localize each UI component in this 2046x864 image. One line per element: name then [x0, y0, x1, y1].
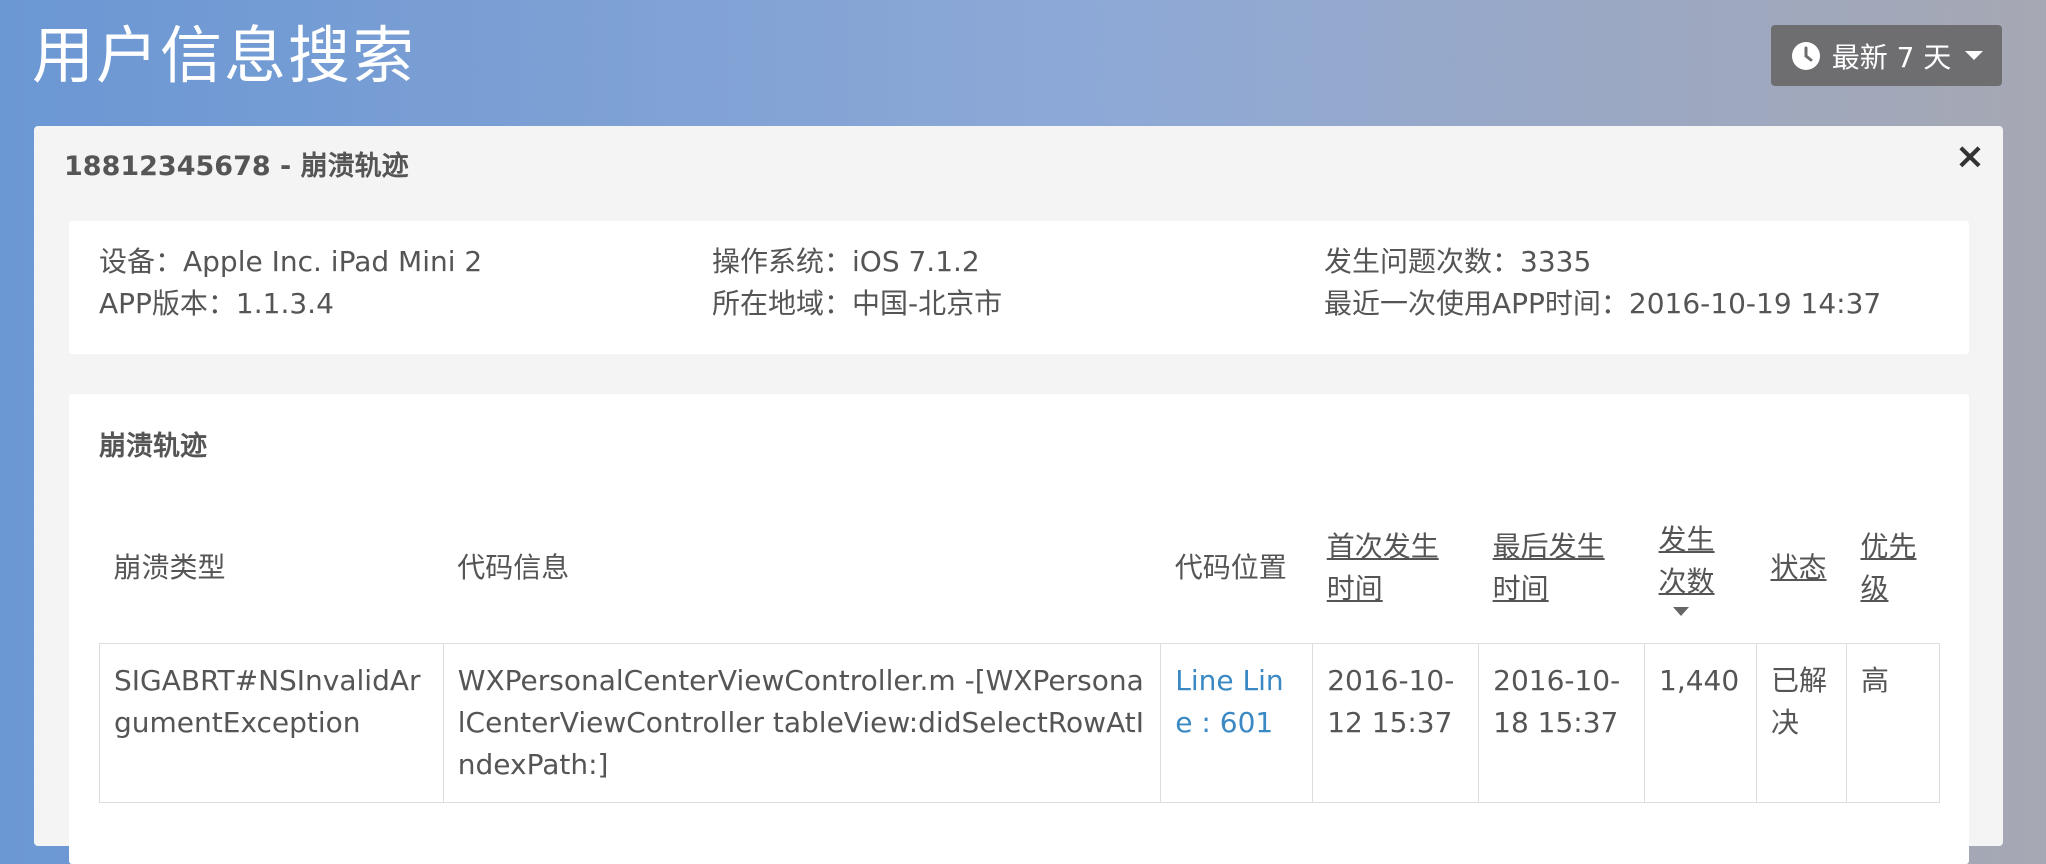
crash-trace-panel: 崩溃轨迹 崩溃类型 代码信息 代码位置 首次发生时间 最后发生时间 发生次数 状… — [69, 394, 1969, 864]
modal-title: 18812345678 - 崩溃轨迹 — [64, 151, 409, 182]
cell-crash-type: SIGABRT#NSInvalidArgumentException — [99, 643, 444, 803]
crash-table: 崩溃类型 代码信息 代码位置 首次发生时间 最后发生时间 发生次数 状态 优先级… — [99, 492, 1941, 803]
sort-last-time-link[interactable]: 最后发生时间 — [1493, 530, 1605, 605]
clock-icon — [1791, 41, 1820, 70]
header-last-time[interactable]: 最后发生时间 — [1479, 492, 1645, 644]
device-info-box: 设备：Apple Inc. iPad Mini 2 APP版本：1.1.3.4 … — [69, 221, 1969, 354]
sort-desc-icon — [1672, 607, 1689, 616]
header-code-location: 代码位置 — [1174, 550, 1287, 584]
crash-trace-modal: 18812345678 - 崩溃轨迹 × 设备：Apple Inc. iPad … — [34, 126, 2003, 864]
header-crash-type: 崩溃类型 — [113, 550, 226, 584]
header-count[interactable]: 发生次数 — [1645, 492, 1757, 644]
header-code-info: 代码信息 — [457, 550, 570, 584]
table-row: SIGABRT#NSInvalidArgumentException WXPer… — [99, 643, 1941, 803]
caret-down-icon — [1965, 51, 1984, 60]
sort-count-link[interactable]: 发生次数 — [1659, 523, 1715, 598]
header-status[interactable]: 状态 — [1756, 492, 1846, 644]
info-column-os: 操作系统：iOS 7.1.2 所在地域：中国-北京市 — [712, 241, 1002, 325]
info-column-device: 设备：Apple Inc. iPad Mini 2 APP版本：1.1.3.4 — [99, 241, 482, 325]
panel-title: 崩溃轨迹 — [99, 431, 207, 462]
cell-count: 1,440 — [1644, 643, 1757, 803]
page-title: 用户信息搜索 — [32, 19, 417, 92]
cell-status: 已解决 — [1755, 643, 1847, 803]
cell-code-location: Line Line : 601 — [1160, 643, 1314, 803]
date-range-dropdown[interactable]: 最新 7 天 — [1771, 25, 2002, 86]
info-column-usage: 发生问题次数：3335 最近一次使用APP时间：2016-10-19 14:37 — [1324, 241, 1881, 325]
cell-code-info: WXPersonalCenterViewController.m -[WXPer… — [442, 643, 1162, 803]
device-info: 设备：Apple Inc. iPad Mini 2 — [99, 245, 483, 278]
cell-last-time: 2016-10-18 15:37 — [1478, 643, 1646, 803]
date-range-label: 最新 7 天 — [1831, 40, 1952, 74]
header-first-time[interactable]: 首次发生时间 — [1313, 492, 1479, 644]
sort-first-time-link[interactable]: 首次发生时间 — [1327, 530, 1439, 605]
cell-priority: 高 — [1845, 643, 1941, 803]
issue-count-info: 发生问题次数：3335 — [1324, 245, 1592, 278]
app-version-info: APP版本：1.1.3.4 — [99, 287, 334, 320]
cell-first-time: 2016-10-12 15:37 — [1312, 643, 1480, 803]
last-used-info: 最近一次使用APP时间：2016-10-19 14:37 — [1324, 287, 1882, 320]
table-header-row: 崩溃类型 代码信息 代码位置 首次发生时间 最后发生时间 发生次数 状态 优先级 — [100, 492, 1940, 644]
sort-status-link[interactable]: 状态 — [1770, 551, 1826, 584]
header-priority[interactable]: 优先级 — [1846, 492, 1939, 644]
close-icon[interactable]: × — [1955, 136, 1985, 177]
location-info: 所在地域：中国-北京市 — [712, 287, 1003, 320]
code-location-link[interactable]: Line Line : 601 — [1175, 664, 1283, 739]
sort-priority-link[interactable]: 优先级 — [1860, 530, 1916, 605]
os-info: 操作系统：iOS 7.1.2 — [712, 245, 980, 278]
